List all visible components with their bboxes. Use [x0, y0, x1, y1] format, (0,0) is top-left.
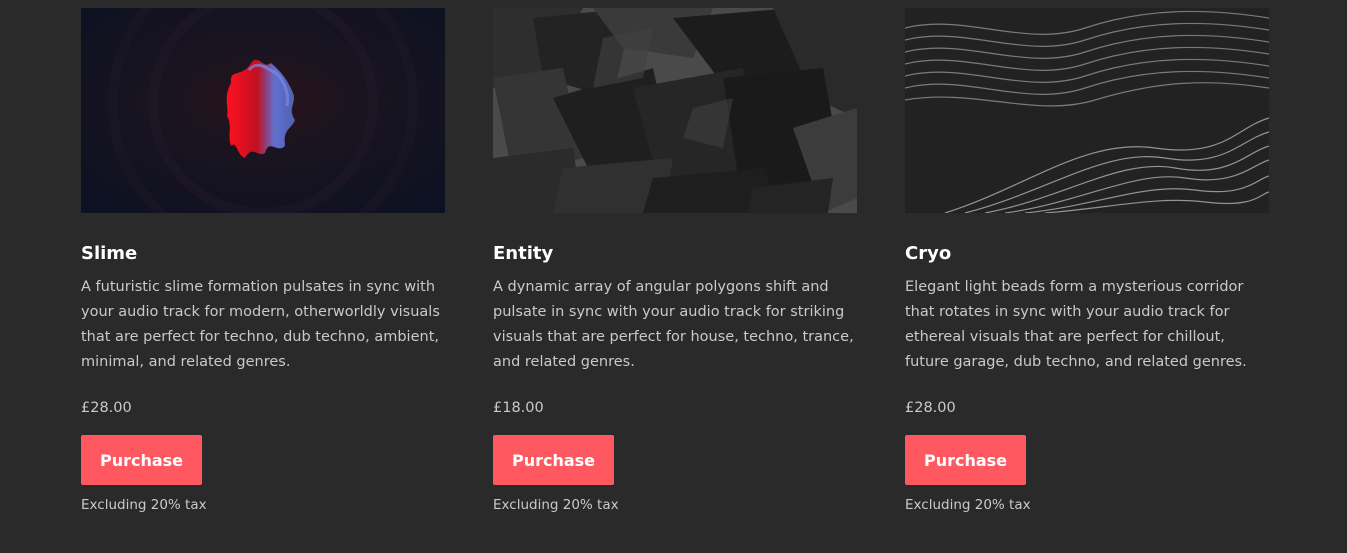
product-description: A dynamic array of angular polygons shif…	[493, 279, 854, 370]
product-grid: Slime A futuristic slime formation pulsa…	[0, 0, 1347, 553]
product-price: £28.00	[81, 400, 132, 416]
product-card-slime: Slime A futuristic slime formation pulsa…	[81, 8, 445, 514]
product-card-entity: Entity A dynamic array of angular polygo…	[493, 8, 857, 514]
tax-note: Excluding 20% tax	[493, 497, 619, 513]
product-thumbnail-cryo[interactable]	[905, 8, 1269, 213]
cryo-preview-image	[905, 8, 1269, 213]
purchase-button-cryo[interactable]: Purchase	[905, 435, 1026, 485]
slime-preview-image	[81, 8, 445, 213]
purchase-button-entity[interactable]: Purchase	[493, 435, 614, 485]
product-description: Elegant light beads form a mysterious co…	[905, 279, 1247, 370]
product-price: £28.00	[905, 400, 956, 416]
product-card-cryo: Cryo Elegant light beads form a mysterio…	[905, 8, 1269, 514]
tax-note: Excluding 20% tax	[81, 497, 207, 513]
product-price: £18.00	[493, 400, 544, 416]
tax-note: Excluding 20% tax	[905, 497, 1031, 513]
product-title[interactable]: Slime	[81, 237, 445, 271]
product-thumbnail-slime[interactable]	[81, 8, 445, 213]
product-description: A futuristic slime formation pulsates in…	[81, 279, 440, 370]
product-title[interactable]: Entity	[493, 237, 857, 271]
product-title[interactable]: Cryo	[905, 237, 1269, 271]
product-thumbnail-entity[interactable]	[493, 8, 857, 213]
entity-preview-image	[493, 8, 857, 213]
purchase-button-slime[interactable]: Purchase	[81, 435, 202, 485]
